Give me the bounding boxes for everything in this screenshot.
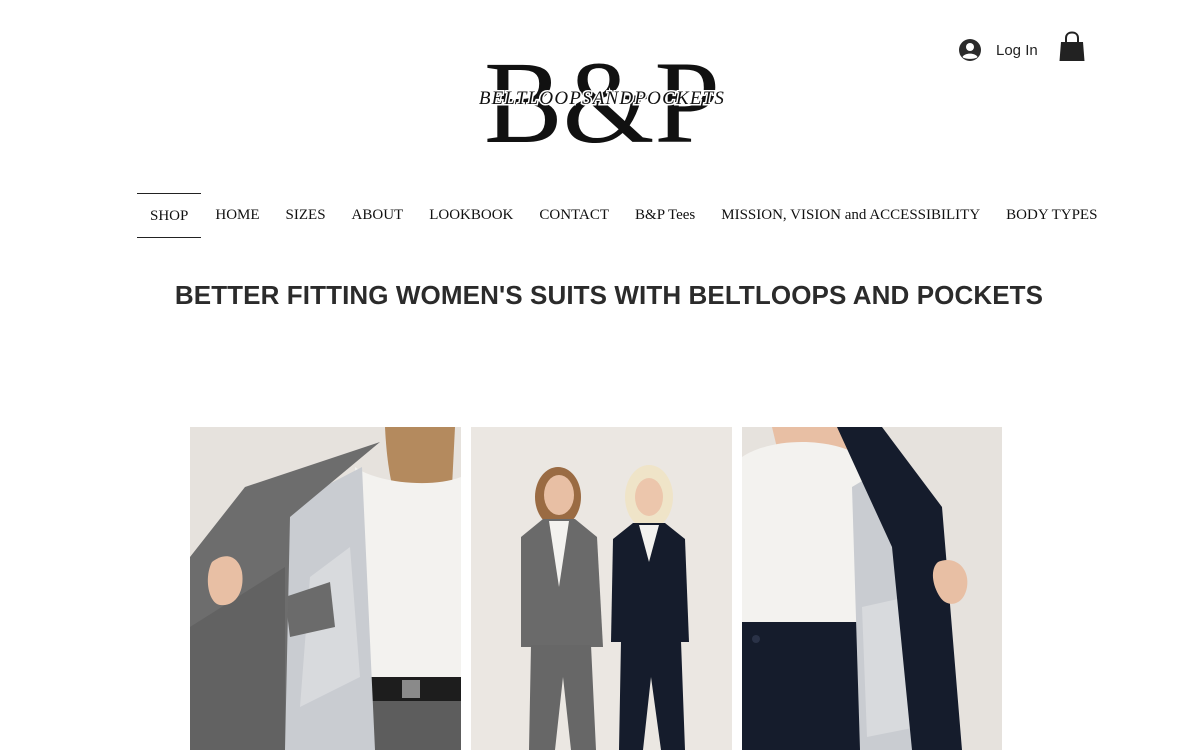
nav-item-about[interactable]: ABOUT <box>352 193 404 238</box>
product-photo-navy-jacket[interactable] <box>742 427 1002 750</box>
product-photo-two-models[interactable] <box>471 427 732 750</box>
page-headline: BETTER FITTING WOMEN'S SUITS WITH BELTLO… <box>174 280 1044 310</box>
cart-button[interactable] <box>1058 31 1086 63</box>
nav-item-contact[interactable]: CONTACT <box>539 193 609 238</box>
logo-wordmark: BELTLOOPSANDPOCKETS <box>479 88 725 109</box>
nav-item-lookbook[interactable]: LOOKBOOK <box>429 193 513 238</box>
product-photo-gray-jacket[interactable] <box>190 427 461 750</box>
nav-item-mission[interactable]: MISSION, VISION and ACCESSIBILITY <box>721 193 980 238</box>
login-button[interactable]: Log In <box>958 37 1038 63</box>
nav-item-shop[interactable]: SHOP <box>137 193 202 238</box>
shopping-bag-icon <box>1059 31 1085 61</box>
nav-item-bp-tees[interactable]: B&P Tees <box>635 193 695 238</box>
main-nav: SHOP HOME SIZES ABOUT LOOKBOOK CONTACT B… <box>137 193 1097 238</box>
login-label: Log In <box>996 41 1038 59</box>
user-circle-icon <box>959 39 981 61</box>
nav-item-body-types[interactable]: BODY TYPES <box>1006 193 1097 238</box>
nav-item-sizes[interactable]: SIZES <box>286 193 326 238</box>
nav-item-home[interactable]: HOME <box>215 193 259 238</box>
site-logo[interactable]: B&P BELTLOOPSANDPOCKETS <box>452 34 752 166</box>
